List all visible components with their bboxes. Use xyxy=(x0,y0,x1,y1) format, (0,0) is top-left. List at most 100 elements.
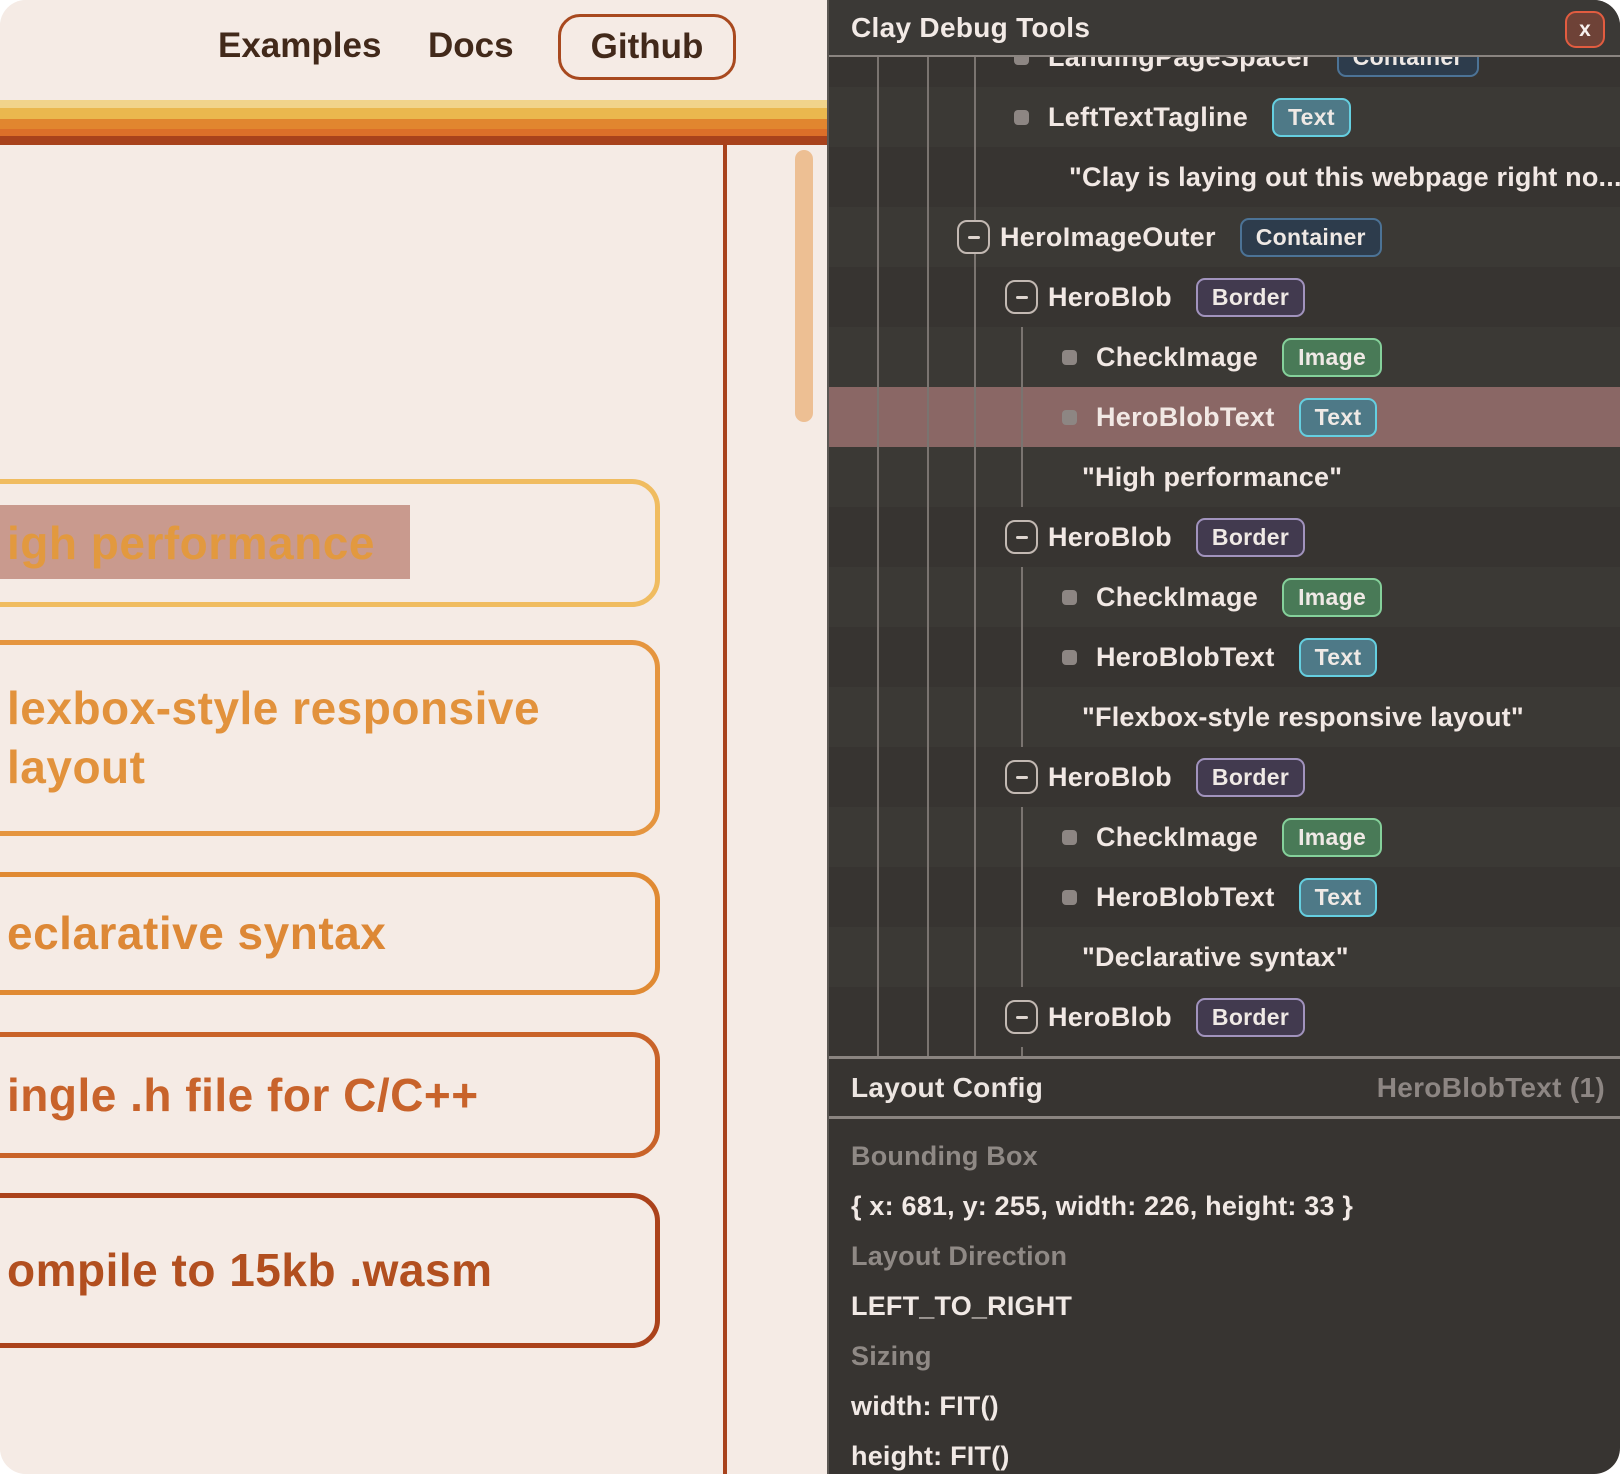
tree-node-HeroBlobText[interactable]: HeroBlobText Text xyxy=(829,627,1620,687)
leaf-bullet-icon xyxy=(1014,110,1029,125)
tree-node-CheckImage[interactable]: CheckImageImage xyxy=(829,567,1620,627)
config-field-value: height: FIT() xyxy=(851,1431,1610,1474)
config-field-value: LEFT_TO_RIGHT xyxy=(851,1281,1610,1331)
leaf-bullet-icon xyxy=(1062,830,1077,845)
element-tree: LandingPageSpacerContainerLeftTextTaglin… xyxy=(829,0,1620,1056)
minus-icon xyxy=(1016,296,1028,299)
text-content-preview: "Flexbox-style responsive layout" xyxy=(1082,687,1524,747)
element-name[interactable]: HeroBlob xyxy=(1048,522,1172,553)
text-content-preview: "Clay is laying out this webpage right n… xyxy=(1069,147,1620,207)
element-type-badge: Border xyxy=(1196,518,1305,557)
collapse-toggle-icon[interactable] xyxy=(1005,1000,1038,1034)
collapse-toggle-icon[interactable] xyxy=(1005,280,1038,314)
element-type-badge: Text xyxy=(1299,398,1378,437)
tree-node-HeroImageOuter[interactable]: HeroImageOuter Container xyxy=(829,207,1620,267)
debug-panel-header: Clay Debug Tools x xyxy=(829,0,1620,57)
tree-indent-guide xyxy=(1021,1047,1023,1056)
tree-text-content: "Clay is laying out this webpage right n… xyxy=(829,147,1620,207)
minus-icon xyxy=(1016,1016,1028,1019)
tree-node-HeroBlob[interactable]: HeroBlob Border xyxy=(829,987,1620,1047)
element-type-badge: Image xyxy=(1282,818,1382,857)
leaf-bullet-icon xyxy=(1062,350,1077,365)
nav-link-docs[interactable]: Docs xyxy=(428,26,514,66)
element-name[interactable]: CheckImage xyxy=(1096,582,1258,613)
element-type-badge: Text xyxy=(1272,98,1351,137)
text-content-preview: "High performance" xyxy=(1082,447,1342,507)
tree-node-CheckImage[interactable]: CheckImage Image xyxy=(829,807,1620,867)
feature-blob: lexbox-style responsive layout xyxy=(0,640,660,836)
feature-blob: igh performance xyxy=(0,479,660,607)
layout-config-header: Layout Config HeroBlobText (1) xyxy=(829,1059,1620,1116)
feature-blob: ompile to 15kb .wasm xyxy=(0,1193,660,1348)
feature-blob-text: ompile to 15kb .wasm xyxy=(7,1241,492,1300)
tree-indent-guide xyxy=(927,55,929,1056)
tree-indent-guide xyxy=(1021,807,1023,987)
minus-icon xyxy=(1016,776,1028,779)
config-field-value: width: FIT() xyxy=(851,1381,1610,1431)
feature-blob: eclarative syntax xyxy=(0,872,660,995)
element-type-badge: Text xyxy=(1299,878,1378,917)
accent-stripe-band xyxy=(0,108,827,119)
element-name[interactable]: HeroBlob xyxy=(1048,1002,1172,1033)
tree-node-HeroBlobText[interactable]: HeroBlobText Text xyxy=(829,867,1620,927)
element-type-badge: Border xyxy=(1196,278,1305,317)
clay-debug-panel: LandingPageSpacerContainerLeftTextTaglin… xyxy=(827,0,1620,1474)
element-type-badge: Border xyxy=(1196,998,1305,1037)
element-type-badge: Text xyxy=(1299,638,1378,677)
divider xyxy=(829,1056,1620,1059)
element-name[interactable]: HeroBlob xyxy=(1048,282,1172,313)
layout-config-title: Layout Config xyxy=(851,1059,1043,1116)
element-name[interactable]: HeroBlobText xyxy=(1096,402,1275,433)
tree-text-content: "Flexbox-style responsive layout" xyxy=(829,687,1620,747)
app-window: Examples Docs Github igh performance lexb… xyxy=(0,0,1620,1474)
feature-blob-text: igh performance xyxy=(7,514,375,573)
element-name[interactable]: CheckImage xyxy=(1096,822,1258,853)
tree-node-CheckImage[interactable]: CheckImage Image xyxy=(829,327,1620,387)
tree-node-HeroBlob[interactable]: HeroBlobBorder xyxy=(829,747,1620,807)
tree-node-HeroBlob[interactable]: HeroBlob Border xyxy=(829,267,1620,327)
tree-node-HeroBlobText[interactable]: HeroBlobText Text xyxy=(829,387,1620,447)
layout-config-body: Bounding Box{ x: 681, y: 255, width: 226… xyxy=(851,1131,1610,1474)
tree-text-content: "High performance" xyxy=(829,447,1620,507)
element-name[interactable]: HeroImageOuter xyxy=(1000,222,1216,253)
leaf-bullet-icon xyxy=(1062,410,1077,425)
config-field-label: Layout Direction xyxy=(851,1231,1610,1281)
github-button[interactable]: Github xyxy=(558,14,736,80)
tree-indent-guide xyxy=(1021,567,1023,747)
divider xyxy=(829,1116,1620,1119)
element-name[interactable]: HeroBlobText xyxy=(1096,882,1275,913)
feature-blob-text: ingle .h file for C/C++ xyxy=(7,1066,479,1125)
accent-stripe-band xyxy=(0,129,827,136)
minus-icon xyxy=(1016,536,1028,539)
collapse-toggle-icon[interactable] xyxy=(1005,760,1038,794)
element-name[interactable]: HeroBlob xyxy=(1048,762,1172,793)
element-name[interactable]: HeroBlobText xyxy=(1096,642,1275,673)
accent-stripe-band xyxy=(0,119,827,129)
config-field-label: Sizing xyxy=(851,1331,1610,1381)
element-name[interactable]: LeftTextTagline xyxy=(1048,102,1248,133)
leaf-bullet-icon xyxy=(1062,590,1077,605)
element-type-badge: Container xyxy=(1240,218,1382,257)
tree-text-content: "Declarative syntax" xyxy=(829,927,1620,987)
collapse-toggle-icon[interactable] xyxy=(957,220,990,254)
accent-stripe-band xyxy=(0,136,827,145)
collapse-toggle-icon[interactable] xyxy=(1005,520,1038,554)
tree-indent-guide xyxy=(877,55,879,1056)
nav-link-examples[interactable]: Examples xyxy=(218,26,381,66)
tree-node-HeroBlob[interactable]: HeroBlob Border xyxy=(829,507,1620,567)
element-name[interactable]: CheckImage xyxy=(1096,342,1258,373)
selected-element-label: HeroBlobText (1) xyxy=(1377,1059,1605,1116)
tree-indent-guide xyxy=(974,55,976,1056)
text-content-preview: "Declarative syntax" xyxy=(1082,927,1349,987)
tree-indent-guide xyxy=(1021,327,1023,507)
website-page: Examples Docs Github igh performance lexb… xyxy=(0,0,827,1474)
close-icon[interactable]: x xyxy=(1565,11,1605,48)
config-field-value: { x: 681, y: 255, width: 226, height: 33… xyxy=(851,1181,1610,1231)
page-scrollbar-thumb[interactable] xyxy=(795,150,813,422)
config-field-label: Bounding Box xyxy=(851,1131,1610,1181)
leaf-bullet-icon xyxy=(1062,650,1077,665)
element-type-badge: Image xyxy=(1282,338,1382,377)
tree-node-LeftTextTagline[interactable]: LeftTextTagline Text xyxy=(829,87,1620,147)
minus-icon xyxy=(968,236,980,239)
debug-panel-title: Clay Debug Tools xyxy=(851,0,1090,55)
